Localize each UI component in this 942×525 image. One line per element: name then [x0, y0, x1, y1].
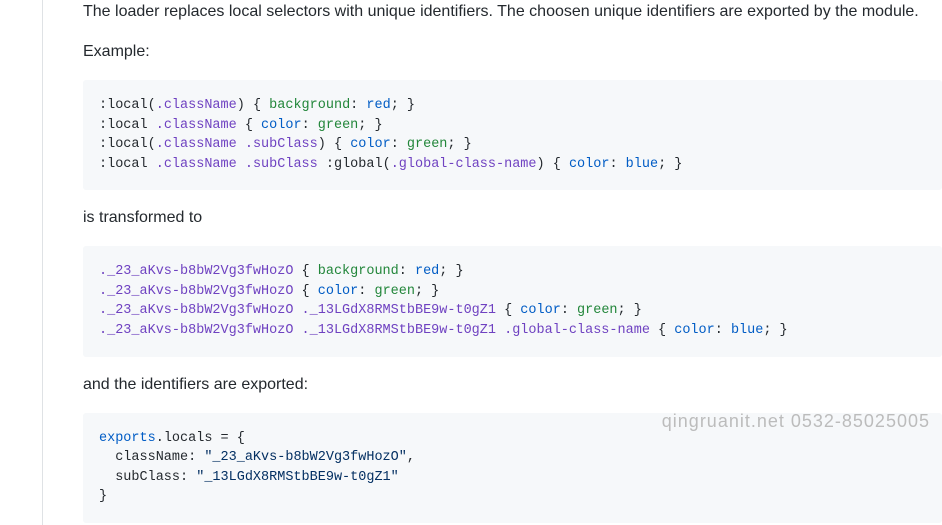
- code-token: ._23_aKvs-b8bW2Vg3fwHozO: [99, 264, 293, 279]
- code-token: color: [318, 284, 359, 299]
- code-token: [237, 157, 245, 172]
- code-token: ; }: [618, 303, 642, 318]
- code-token: ; }: [358, 118, 382, 133]
- code-token: [293, 323, 301, 338]
- intro-text: The loader replaces local selectors with…: [83, 0, 942, 24]
- code-token: = {: [212, 431, 244, 446]
- code-token: ._13LGdX8RMStbBE9w-t0gZ1: [302, 323, 496, 338]
- code-token: ): [537, 157, 545, 172]
- code-token: background: [318, 264, 399, 279]
- code-token: [99, 470, 115, 485]
- code-token: :: [399, 264, 415, 279]
- code-token: "_23_aKvs-b8bW2Vg3fwHozO": [204, 450, 407, 465]
- code-token: :: [302, 118, 318, 133]
- code-token: ; }: [658, 157, 682, 172]
- code-token: locals: [164, 431, 213, 446]
- code-token: green: [577, 303, 618, 318]
- code-token: red: [366, 98, 390, 113]
- code-token: ,: [407, 450, 415, 465]
- code-token: :: [188, 450, 204, 465]
- code-token: .className: [156, 157, 237, 172]
- code-token: [293, 303, 301, 318]
- code-token: :: [350, 98, 366, 113]
- code-token: {: [650, 323, 674, 338]
- code-token: :: [391, 137, 407, 152]
- code-token: "_13LGdX8RMStbBE9w-t0gZ1": [196, 470, 399, 485]
- code-token: className: [115, 450, 188, 465]
- code-token: blue: [731, 323, 763, 338]
- code-token: ; }: [391, 98, 415, 113]
- code-token: ): [318, 137, 326, 152]
- code-token: .subClass: [245, 137, 318, 152]
- code-token: {: [293, 284, 317, 299]
- code-token: blue: [626, 157, 658, 172]
- code-token: {: [496, 303, 520, 318]
- code-token: color: [674, 323, 715, 338]
- code-token: ._23_aKvs-b8bW2Vg3fwHozO: [99, 303, 293, 318]
- code-token: background: [269, 98, 350, 113]
- code-token: {: [545, 157, 569, 172]
- code-token: [496, 323, 504, 338]
- code-token: :local: [99, 118, 156, 133]
- code-token: ; }: [415, 284, 439, 299]
- code-token: :: [180, 470, 196, 485]
- code-token: subClass: [115, 470, 180, 485]
- code-token: :local: [99, 157, 156, 172]
- code-token: :: [358, 284, 374, 299]
- code-token: ._23_aKvs-b8bW2Vg3fwHozO: [99, 323, 293, 338]
- code-token: color: [569, 157, 610, 172]
- code-token: .className: [156, 137, 237, 152]
- code-token: exports: [99, 431, 156, 446]
- code-token: :: [715, 323, 731, 338]
- code-token: green: [407, 137, 448, 152]
- code-block-output: ._23_aKvs-b8bW2Vg3fwHozO { background: r…: [83, 246, 942, 356]
- doc-container: The loader replaces local selectors with…: [42, 0, 942, 525]
- code-token: [237, 137, 245, 152]
- code-token: .: [156, 431, 164, 446]
- code-token: ; }: [439, 264, 463, 279]
- code-token: ._23_aKvs-b8bW2Vg3fwHozO: [99, 284, 293, 299]
- code-token: ._13LGdX8RMStbBE9w-t0gZ1: [302, 303, 496, 318]
- code-token: .className: [156, 118, 237, 133]
- code-token: ; }: [763, 323, 787, 338]
- code-token: green: [318, 118, 359, 133]
- code-token: color: [261, 118, 302, 133]
- code-token: {: [326, 137, 350, 152]
- code-block-source: :local(.className) { background: red; } …: [83, 80, 942, 190]
- code-token: :local(: [99, 137, 156, 152]
- example-label: Example:: [83, 40, 942, 64]
- code-token: green: [374, 284, 415, 299]
- export-label: and the identifiers are exported:: [83, 373, 942, 397]
- code-token: }: [99, 489, 107, 504]
- transform-label: is transformed to: [83, 206, 942, 230]
- code-token: [99, 450, 115, 465]
- code-token: red: [415, 264, 439, 279]
- code-token: .global-class-name: [504, 323, 650, 338]
- code-token: .className: [156, 98, 237, 113]
- code-token: :global(: [318, 157, 391, 172]
- code-token: color: [350, 137, 391, 152]
- code-token: color: [520, 303, 561, 318]
- code-token: :: [561, 303, 577, 318]
- code-token: {: [293, 264, 317, 279]
- code-token: ; }: [447, 137, 471, 152]
- code-token: {: [237, 118, 261, 133]
- code-token: :local(: [99, 98, 156, 113]
- code-token: {: [245, 98, 269, 113]
- code-token: .global-class-name: [391, 157, 537, 172]
- code-block-exports: exports.locals = { className: "_23_aKvs-…: [83, 413, 942, 523]
- code-token: ): [237, 98, 245, 113]
- code-token: .subClass: [245, 157, 318, 172]
- code-token: :: [609, 157, 625, 172]
